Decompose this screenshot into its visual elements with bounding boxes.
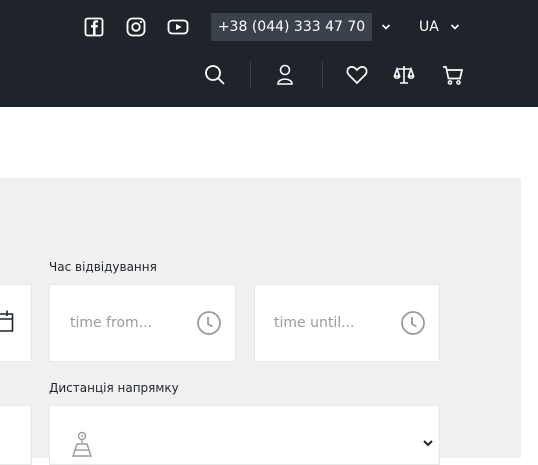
visit-time-label: Час відвідування (49, 260, 157, 274)
road-distance-icon (70, 431, 94, 457)
chevron-down-icon[interactable] (422, 438, 434, 448)
phone-number[interactable]: +38 (044) 333 47 70 (211, 13, 372, 41)
distance-select[interactable] (49, 405, 440, 465)
calendar-icon (0, 309, 14, 333)
field-partial[interactable] (0, 405, 32, 465)
user-icon[interactable] (276, 64, 294, 86)
language-selector[interactable]: UA (419, 17, 439, 37)
direction-distance-label: Дистанція напрямку (49, 381, 179, 395)
language-chevron-down-icon[interactable] (450, 22, 460, 32)
phone-chevron-down-icon[interactable] (381, 22, 391, 32)
clock-icon[interactable] (196, 310, 222, 336)
search-icon[interactable] (204, 64, 226, 86)
header-divider (322, 62, 323, 88)
heart-icon[interactable] (346, 65, 368, 85)
scales-icon[interactable] (393, 64, 415, 86)
time-from-placeholder: time from... (70, 315, 153, 331)
clock-icon[interactable] (400, 310, 426, 336)
instagram-icon[interactable] (126, 17, 146, 37)
youtube-icon[interactable] (167, 18, 189, 36)
top-header: +38 (044) 333 47 70 UA (0, 0, 538, 107)
cart-icon[interactable] (442, 64, 464, 86)
header-divider (250, 62, 251, 88)
facebook-icon[interactable] (84, 17, 104, 37)
time-until-placeholder: time until... (274, 315, 355, 331)
